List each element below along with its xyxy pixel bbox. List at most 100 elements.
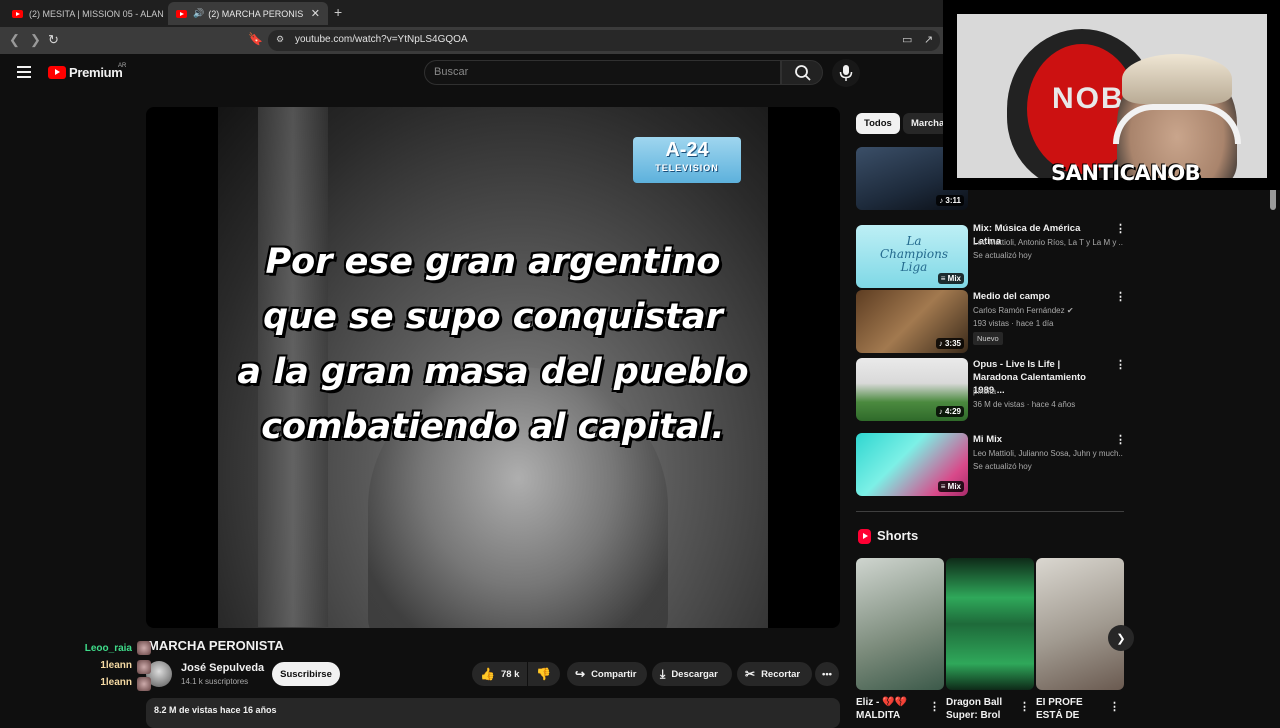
recommendation-thumbnail[interactable]: ♪ 4:29 — [856, 358, 968, 421]
verified-icon: ✔ — [1066, 306, 1074, 315]
chat-username: 1leann — [100, 660, 132, 671]
site-info-icon[interactable]: ⚙ — [276, 34, 284, 45]
club-shield-text: NOB — [1052, 82, 1125, 115]
more-options-icon[interactable]: ⋮ — [929, 700, 940, 713]
short-thumbnail[interactable] — [1036, 558, 1124, 690]
scissors-icon: ✂ — [745, 667, 756, 681]
lyric-line: Por ese gran argentino — [265, 242, 721, 282]
more-options-icon[interactable]: ⋮ — [1115, 358, 1126, 371]
recommendation-thumbnail[interactable]: La Champions Liga ≡ Mix — [856, 225, 968, 288]
video-player[interactable]: A-24 TELEVISION Por ese gran argentino q… — [146, 107, 840, 628]
station-logo-main: A-24 — [665, 139, 709, 161]
video-title: MARCHA PERONISTA — [148, 638, 284, 653]
more-options-icon[interactable]: ⋮ — [1115, 433, 1126, 446]
speaker-icon: 🔊 — [193, 8, 205, 18]
shorts-next-button[interactable]: ❯ — [1108, 625, 1134, 651]
new-tab-button[interactable]: + — [334, 4, 342, 20]
share-button[interactable]: ↪ Compartir — [567, 662, 647, 686]
short-title[interactable]: Dragon Ball Super: Brol — [946, 696, 1021, 722]
search-button[interactable] — [781, 60, 823, 85]
search-placeholder: Buscar — [434, 66, 469, 78]
recommendation-channel: Leo Mattioli, Julianno Sosa, Juhn y much… — [973, 449, 1123, 458]
short-thumbnail[interactable] — [856, 558, 944, 690]
webcam-feed: NOB — [957, 14, 1267, 178]
thumbnail-text: La Champions Liga — [879, 234, 949, 274]
shorts-heading: Shorts — [877, 528, 919, 543]
more-options-icon[interactable]: ⋮ — [1115, 222, 1126, 235]
recommendation-meta: Se actualizó hoy — [973, 462, 1032, 471]
more-options-icon[interactable]: ⋮ — [1109, 700, 1120, 713]
duration-badge-text: 3:35 — [944, 339, 961, 348]
chat-emote — [137, 677, 151, 691]
like-button[interactable]: 👍 78 k — [472, 662, 527, 686]
description-meta: 8.2 M de vistas hace 16 años — [154, 705, 277, 715]
subscribe-button[interactable]: Suscribirse — [272, 662, 340, 686]
more-options-icon[interactable]: ⋮ — [1115, 290, 1126, 303]
url-text[interactable]: youtube.com/watch?v=YtNpLS4GQOA — [295, 34, 468, 45]
download-label: Descargar — [671, 668, 718, 680]
more-icon: ••• — [822, 668, 832, 680]
share-arrow-icon: ↪ — [575, 667, 586, 681]
search-input[interactable] — [424, 60, 781, 85]
forward-icon[interactable]: ❯ — [30, 32, 41, 48]
thumbs-down-icon: 👎 — [536, 667, 551, 681]
recommendation-title[interactable]: Medio del campo — [973, 290, 1105, 303]
download-button[interactable]: ⤓ Descargar — [652, 662, 732, 686]
thumbs-up-icon: 👍 — [480, 667, 495, 681]
chat-emote — [137, 660, 151, 674]
headset-icon — [1113, 104, 1241, 144]
dislike-button[interactable]: 👎 — [528, 662, 560, 686]
lyric-line: a la gran masa del pueblo — [237, 352, 749, 392]
tab-mesita[interactable]: (2) MESITA | MISSION 05 - ALAN GO — [4, 2, 164, 25]
subscriber-count: 14.1 k suscriptores — [181, 677, 249, 686]
mix-badge-text: Mix — [947, 274, 961, 283]
duration-badge: ♪ 3:11 — [936, 195, 964, 206]
search-icon — [795, 65, 811, 81]
tab-marcha-peronista[interactable]: 🔊 (2) MARCHA PERONISTA - Yo ✕ — [168, 2, 328, 25]
recommendation-meta: Se actualizó hoy — [973, 251, 1032, 260]
back-icon[interactable]: ❮ — [9, 32, 20, 48]
duration-badge-text: 4:29 — [944, 407, 961, 416]
recommendation-thumbnail[interactable]: ♪ 3:35 — [856, 290, 968, 353]
station-logo: A-24 TELEVISION — [633, 137, 741, 183]
clip-label: Recortar — [761, 668, 801, 680]
youtube-play-icon — [48, 66, 66, 79]
logo-text: Premium — [69, 65, 123, 80]
more-actions-button[interactable]: ••• — [815, 662, 839, 686]
tab-label: (2) MESITA | MISSION 05 - ALAN GO — [29, 8, 164, 19]
share-icon[interactable]: ↗ — [924, 33, 933, 46]
mix-badge-text: Mix — [947, 482, 961, 491]
short-title[interactable]: Eliz - 💔💔 MALDITA — [856, 696, 931, 722]
short-title[interactable]: EI PROFE ESTÁ DE — [1036, 696, 1111, 722]
recommendation-meta: 36 M de vistas · hace 4 años — [973, 400, 1076, 409]
divider — [856, 511, 1124, 512]
microphone-icon — [839, 65, 853, 81]
chat-username: Leoo_raia — [84, 643, 132, 654]
download-icon: ⤓ — [660, 666, 666, 681]
new-badge: Nuevo — [973, 332, 1003, 345]
recommendation-channel: Carlos Ramón Fernández ✔ — [973, 306, 1123, 315]
shorts-icon — [858, 529, 871, 544]
recommendation-thumbnail[interactable]: ≡ Mix — [856, 433, 968, 496]
voice-search-button[interactable] — [832, 59, 860, 87]
menu-icon[interactable] — [17, 66, 31, 78]
recommendation-channel: pintiita — [973, 387, 997, 396]
close-tab-icon[interactable]: ✕ — [311, 7, 320, 20]
mix-badge: ≡ Mix — [937, 481, 964, 492]
country-code: AR — [118, 63, 127, 69]
tab-label: (2) MARCHA PERONISTA - Yo — [208, 8, 303, 19]
more-options-icon[interactable]: ⋮ — [1019, 700, 1030, 713]
youtube-logo[interactable]: Premium — [48, 65, 123, 80]
reload-icon[interactable]: ↻ — [48, 32, 59, 48]
recommendation-title[interactable]: Mi Mix — [973, 433, 1105, 446]
chip-todos[interactable]: Todos — [856, 113, 900, 134]
clip-button[interactable]: ✂ Recortar — [737, 662, 812, 686]
duration-badge-text: 3:11 — [945, 196, 961, 205]
short-thumbnail[interactable] — [946, 558, 1034, 690]
recommendation-meta: 193 vistas · hace 1 día — [973, 319, 1054, 328]
cast-icon[interactable]: ▭ — [902, 33, 912, 46]
bookmark-icon[interactable]: 🔖 — [248, 32, 263, 46]
channel-name[interactable]: José Sepulveda — [181, 662, 264, 674]
playlist-icon: ≡ — [940, 274, 948, 283]
streamer-name: SANTICANOB — [1051, 161, 1201, 185]
